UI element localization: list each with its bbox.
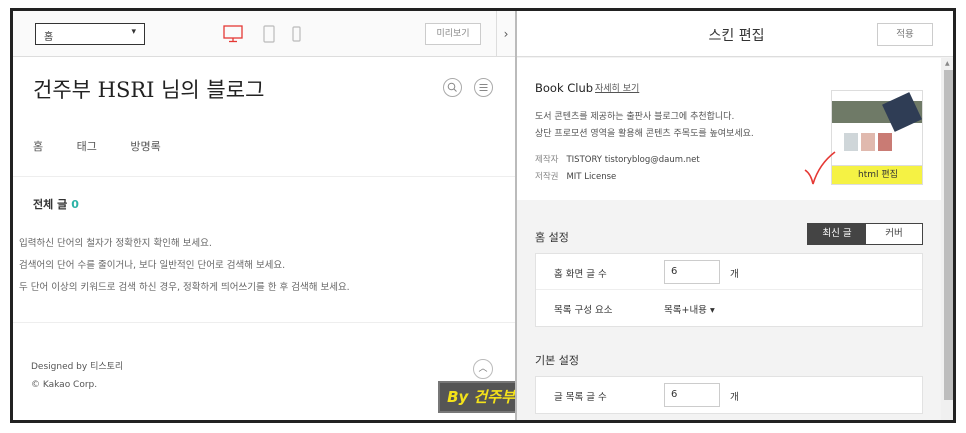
skin-maker: 제작자 TISTORY tistoryblog@daum.net <box>535 153 700 165</box>
preview-pane: 홈 ▾ 미리보기 › 건주부 HSRI 님의 블로그 홈 태그 방명록 전체 글… <box>13 11 524 420</box>
preview-button[interactable]: 미리보기 <box>425 23 481 45</box>
unit-label: 개 <box>730 392 739 403</box>
home-post-count-label: 홈 화면 글 수 <box>554 269 607 280</box>
watermark: By 건주부 <box>438 381 524 413</box>
skin-license: 저작권 MIT License <box>535 170 616 182</box>
search-hint: 검색어의 단어 수를 줄이거나, 보다 일반적인 단어로 검색해 보세요. <box>19 260 286 271</box>
home-settings-title: 홈 설정 <box>535 231 569 244</box>
apply-button[interactable]: 적용 <box>877 23 933 46</box>
setting-row: 글 목록 글 수 6 개 <box>536 377 922 413</box>
app-window: 홈 ▾ 미리보기 › 건주부 HSRI 님의 블로그 홈 태그 방명록 전체 글… <box>10 8 956 423</box>
nav-item-home[interactable]: 홈 <box>33 140 43 153</box>
tab-latest-posts[interactable]: 최신 글 <box>808 224 866 244</box>
page-select[interactable]: 홈 ▾ <box>35 23 145 45</box>
skin-details-link[interactable]: 자세히 보기 <box>595 81 639 94</box>
collapse-panel-button[interactable]: › <box>496 11 515 57</box>
search-icon[interactable] <box>443 78 462 97</box>
html-edit-button[interactable]: html 편집 <box>832 165 922 184</box>
preview-toolbar: 홈 ▾ 미리보기 › <box>13 11 515 57</box>
skin-description: 상단 프로모션 영역을 활용해 콘텐츠 주목도를 높여보세요. <box>535 129 754 139</box>
skin-thumbnail: html 편집 <box>831 90 923 185</box>
chevron-down-icon: ▾ <box>131 27 136 37</box>
tab-cover[interactable]: 커버 <box>866 224 922 244</box>
unit-label: 개 <box>730 269 739 280</box>
list-component-label: 목록 구성 요소 <box>554 305 613 316</box>
skin-editor-pane: 스킨 편집 적용 Book Club 자세히 보기 도서 콘텐츠를 제공하는 출… <box>517 11 953 420</box>
blog-nav: 홈 태그 방명록 <box>33 138 191 154</box>
search-hint: 두 단어 이상의 키워드로 검색 하신 경우, 정확하게 띄어쓰기를 한 후 검… <box>19 282 350 293</box>
editor-header: 스킨 편집 적용 <box>517 11 953 57</box>
thumbnail-card <box>861 133 875 151</box>
skin-info-card: Book Club 자세히 보기 도서 콘텐츠를 제공하는 출판사 블로그에 추… <box>517 58 941 200</box>
home-post-count-input[interactable]: 6 <box>664 260 720 284</box>
search-hint: 입력하신 단어의 철자가 정확한지 확인해 보세요. <box>19 238 212 249</box>
list-component-select[interactable]: 목록+내용 ▾ <box>664 302 715 316</box>
home-settings-card: 홈 화면 글 수 6 개 목록 구성 요소 목록+내용 ▾ <box>535 253 923 327</box>
list-post-count-input[interactable]: 6 <box>664 383 720 407</box>
list-post-count-label: 글 목록 글 수 <box>554 392 607 403</box>
footer-designed-by: Designed by 티스토리 <box>31 362 124 372</box>
license-key: 저작권 <box>535 172 559 182</box>
setting-row: 홈 화면 글 수 6 개 <box>536 254 922 290</box>
nav-item-tags[interactable]: 태그 <box>77 140 97 153</box>
all-posts-count: 0 <box>71 198 79 211</box>
basic-settings-title: 기본 설정 <box>535 354 579 367</box>
thumbnail-book <box>882 92 922 132</box>
skin-name: Book Club <box>535 81 594 95</box>
thumbnail-card <box>844 133 858 151</box>
editor-scrollbar[interactable]: ▲ <box>941 58 953 420</box>
maker-value: TISTORY tistoryblog@daum.net <box>566 155 700 165</box>
nav-item-guestbook[interactable]: 방명록 <box>130 140 160 153</box>
divider <box>13 176 515 177</box>
desktop-icon[interactable] <box>223 25 243 43</box>
basic-settings-card: 글 목록 글 수 6 개 <box>535 376 923 414</box>
divider <box>13 322 515 323</box>
scrollbar-thumb[interactable] <box>944 70 953 400</box>
setting-row: 목록 구성 요소 목록+내용 ▾ <box>536 290 922 326</box>
footer-copyright: © Kakao Corp. <box>31 380 98 390</box>
menu-icon[interactable] <box>474 78 493 97</box>
arrow-up-icon[interactable]: ︿ <box>473 359 493 379</box>
mobile-icon[interactable] <box>292 25 301 43</box>
all-posts-heading: 전체 글0 <box>33 196 79 212</box>
blog-title[interactable]: 건주부 HSRI 님의 블로그 <box>33 74 264 104</box>
all-posts-label: 전체 글 <box>33 198 68 211</box>
tablet-icon[interactable] <box>263 25 275 43</box>
thumbnail-card <box>878 133 892 151</box>
page-select-value: 홈 <box>44 32 54 43</box>
skin-description: 도서 콘텐츠를 제공하는 출판사 블로그에 추천합니다. <box>535 112 735 122</box>
license-value: MIT License <box>566 172 617 182</box>
blog-preview: 건주부 HSRI 님의 블로그 홈 태그 방명록 전체 글0 입력하신 단어의 … <box>13 58 515 420</box>
maker-key: 제작자 <box>535 155 559 165</box>
scroll-up-icon[interactable]: ▲ <box>945 60 950 67</box>
home-type-toggle: 최신 글 커버 <box>807 223 923 245</box>
checkmark-annotation-icon <box>804 151 836 185</box>
